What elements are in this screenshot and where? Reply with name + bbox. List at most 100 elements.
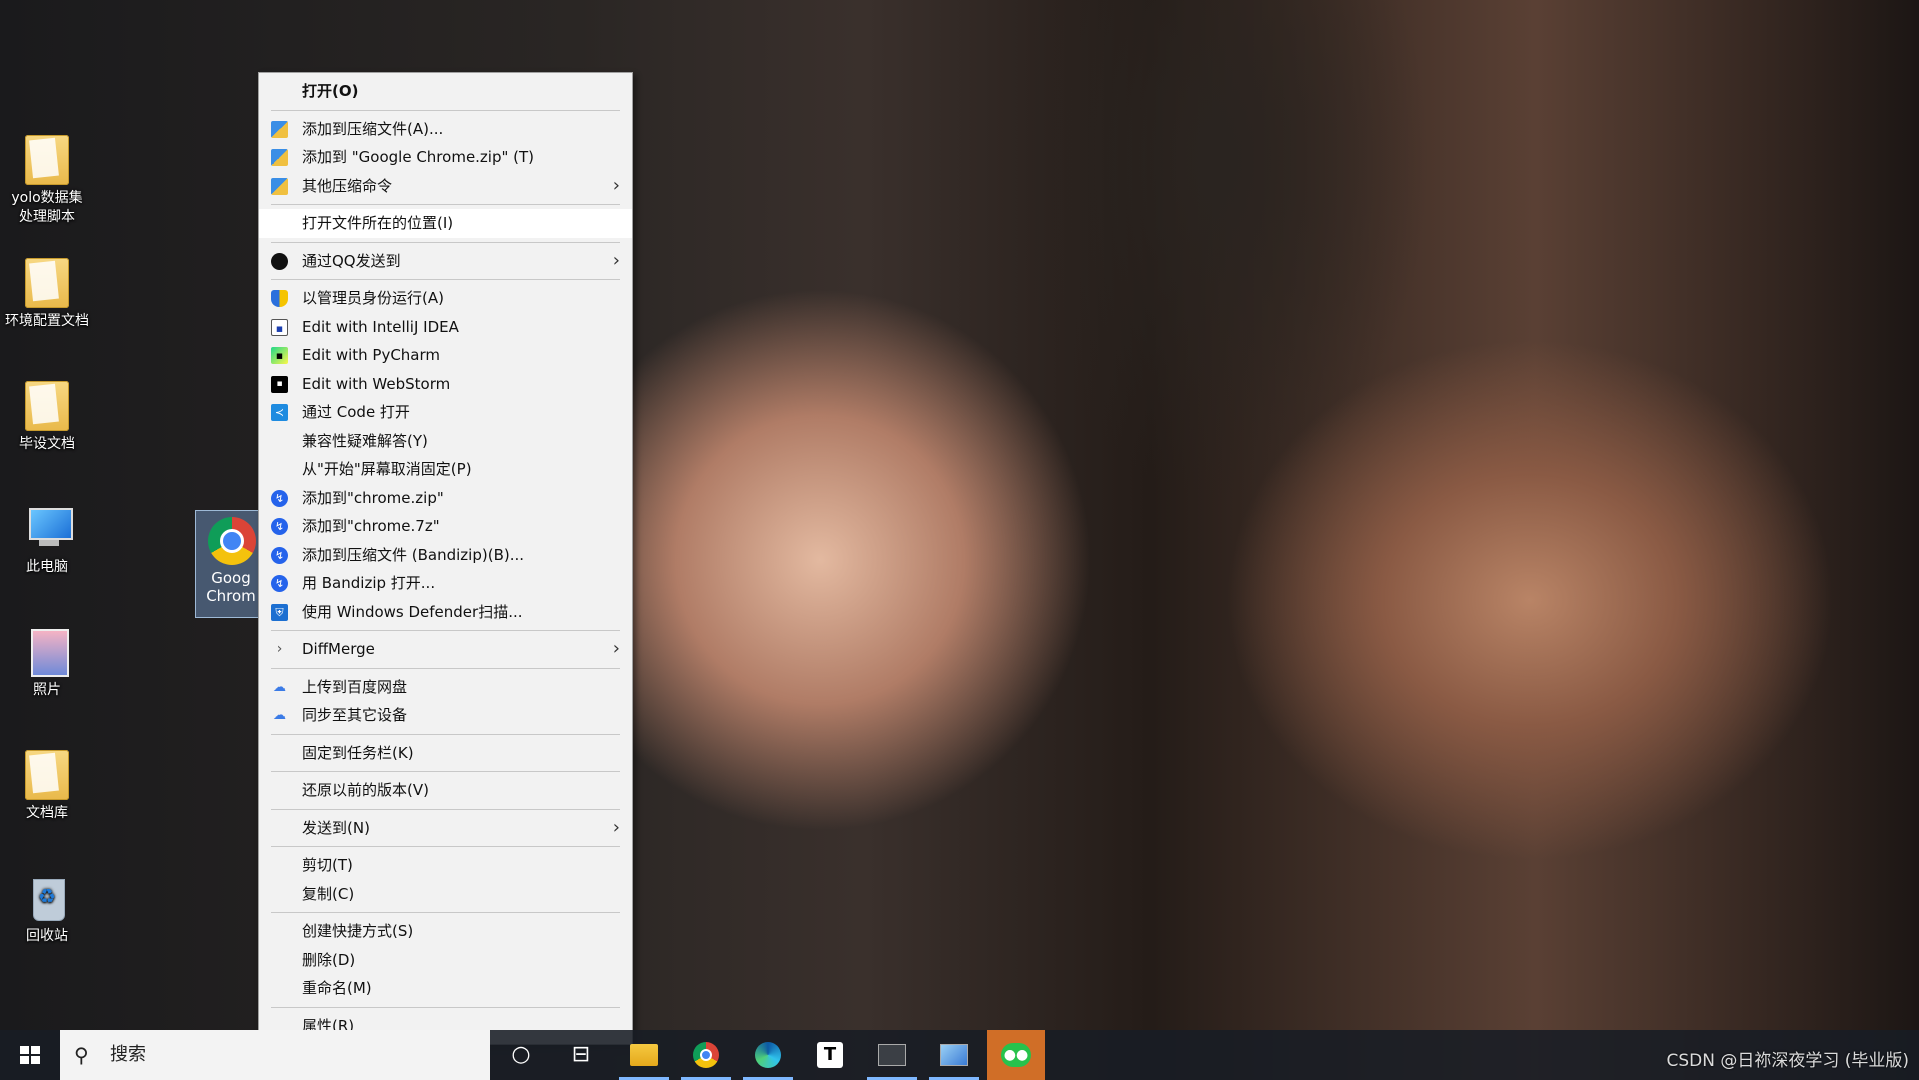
menu-item-label: Edit with WebStorm [302, 374, 451, 393]
taskbar-typora[interactable]: T [801, 1030, 859, 1080]
search-icon: ⚲ [74, 1043, 89, 1067]
taskbar-app[interactable] [925, 1030, 983, 1080]
menu-item-add-to-archive[interactable]: 添加到压缩文件(A)... [259, 115, 632, 144]
menu-item-delete[interactable]: 删除(D) [259, 946, 632, 975]
menu-item-troubleshoot-compat[interactable]: 兼容性疑难解答(Y) [259, 427, 632, 456]
menu-item-restore-versions[interactable]: 还原以前的版本(V) [259, 776, 632, 805]
edge-icon [755, 1042, 781, 1068]
menu-item-send-via-qq[interactable]: 通过QQ发送到 › [259, 247, 632, 276]
bandizip-icon: ↯ [271, 518, 288, 535]
menu-item-edit-intellij[interactable]: ▪ Edit with IntelliJ IDEA [259, 313, 632, 342]
menu-item-label: DiffMerge [302, 640, 375, 658]
taskbar-terminal[interactable] [863, 1030, 921, 1080]
wechat-icon: ●● [1001, 1043, 1031, 1067]
diffmerge-icon: › [276, 641, 283, 657]
menu-item-bandizip-add-archive[interactable]: ↯ 添加到压缩文件 (Bandizip)(B)... [259, 541, 632, 570]
menu-item-bandizip-add-zip[interactable]: ↯ 添加到"chrome.zip" [259, 484, 632, 513]
menu-item-diffmerge[interactable]: › DiffMerge › [259, 635, 632, 664]
file-explorer-icon [630, 1044, 658, 1066]
qq-penguin-icon [271, 252, 288, 270]
menu-item-edit-webstorm[interactable]: ▪ Edit with WebStorm [259, 370, 632, 399]
taskbar-search-box[interactable]: ⚲ 搜索 [60, 1030, 490, 1080]
webstorm-icon: ▪ [271, 375, 288, 393]
bandizip-icon: ↯ [271, 546, 288, 564]
menu-item-defender-scan[interactable]: ⛨ 使用 Windows Defender扫描... [259, 598, 632, 627]
desktop-icon-label: 文档库 [26, 805, 68, 821]
menu-separator [271, 667, 620, 669]
menu-item-bandizip-add-7z[interactable]: ↯ 添加到"chrome.7z" [259, 512, 632, 541]
menu-separator [271, 279, 620, 280]
menu-item-label: 删除(D) [302, 950, 356, 969]
menu-separator [271, 846, 620, 847]
menu-item-label: 用 Bandizip 打开... [302, 574, 436, 592]
bandizip-icon: ↯ [271, 489, 288, 507]
menu-separator [271, 808, 620, 810]
menu-item-copy[interactable]: 复制(C) [259, 880, 632, 909]
desktop-icon-label: 照片 [33, 682, 61, 698]
menu-item-label: 添加到压缩文件(A)... [302, 119, 444, 138]
app-icon [940, 1044, 968, 1066]
bandizip-icon: ↯ [271, 575, 288, 592]
menu-item-label: 创建快捷方式(S) [302, 922, 414, 940]
winrar-icon [271, 177, 288, 195]
menu-item-run-as-admin[interactable]: 以管理员身份运行(A) [259, 284, 632, 313]
desktop-icon-thesis-docs[interactable]: 毕设文档 [0, 381, 94, 454]
taskbar-wechat[interactable]: ●● [987, 1030, 1045, 1080]
menu-item-label: 兼容性疑难解答(Y) [302, 431, 428, 450]
taskbar-chrome[interactable] [677, 1030, 735, 1080]
uac-shield-icon [271, 290, 288, 307]
menu-item-upload-baidu[interactable]: ☁ 上传到百度网盘 [259, 673, 632, 702]
menu-item-sync-devices[interactable]: ☁ 同步至其它设备 [259, 701, 632, 730]
menu-item-label: 复制(C) [302, 884, 355, 903]
folder-icon [25, 381, 69, 431]
menu-item-label: 添加到压缩文件 (Bandizip)(B)... [302, 545, 525, 564]
baidu-netdisk-icon: ☁ [273, 708, 286, 723]
menu-item-label: 上传到百度网盘 [302, 677, 408, 696]
menu-item-label: 通过 Code 打开 [302, 403, 410, 421]
menu-item-label: 同步至其它设备 [302, 706, 408, 724]
desktop-icon-google-chrome[interactable]: Goog Chrom [195, 510, 267, 618]
menu-item-pin-taskbar[interactable]: 固定到任务栏(K) [259, 739, 632, 768]
desktop-icon-yolo[interactable]: yolo数据集 处理脚本 [0, 135, 94, 227]
menu-item-other-compress[interactable]: 其他压缩命令 › [259, 172, 632, 201]
desktop-icon-docs-library[interactable]: 文档库 [0, 750, 94, 823]
menu-item-bandizip-open[interactable]: ↯ 用 Bandizip 打开... [259, 569, 632, 598]
menu-item-send-to[interactable]: 发送到(N) › [259, 814, 632, 843]
start-button[interactable] [0, 1030, 60, 1080]
recycle-bin-icon [25, 873, 69, 923]
menu-item-rename[interactable]: 重命名(M) [259, 974, 632, 1003]
computer-icon [25, 504, 73, 554]
taskbar-file-explorer[interactable] [615, 1030, 673, 1080]
taskbar: ⚲ 搜索 ○ ⊟ T ●● [0, 1030, 1919, 1080]
photos-folder-icon [25, 627, 69, 677]
menu-item-open[interactable]: 打开(O) [259, 77, 632, 106]
task-view-button[interactable]: ⊟ [552, 1030, 610, 1080]
menu-item-label: 剪切(T) [302, 856, 353, 874]
desktop-icon-recycle-bin[interactable]: 回收站 [0, 873, 94, 946]
pycharm-icon: ▪ [271, 347, 288, 364]
intellij-idea-icon: ▪ [271, 318, 288, 336]
menu-item-label: 打开文件所在的位置(I) [302, 214, 454, 232]
menu-separator [271, 204, 620, 205]
windows-defender-icon: ⛨ [271, 603, 288, 621]
baidu-netdisk-icon: ☁ [273, 679, 286, 695]
winrar-icon [271, 149, 288, 166]
desktop-icon-photos[interactable]: 照片 [0, 627, 94, 700]
cortana-button[interactable]: ○ [492, 1030, 550, 1080]
desktop-icon-this-pc[interactable]: 此电脑 [0, 504, 94, 577]
menu-item-open-with-code[interactable]: ≺ 通过 Code 打开 [259, 398, 632, 427]
menu-item-unpin-start[interactable]: 从"开始"屏幕取消固定(P) [259, 455, 632, 484]
menu-item-add-to-chrome-zip[interactable]: 添加到 "Google Chrome.zip" (T) [259, 143, 632, 172]
taskbar-edge[interactable] [739, 1030, 797, 1080]
desktop-icon-label: Chrom [206, 587, 256, 605]
chrome-icon [208, 517, 256, 565]
menu-item-label: 添加到"chrome.7z" [302, 517, 440, 535]
desktop-icon-label: 此电脑 [26, 559, 68, 575]
menu-item-cut[interactable]: 剪切(T) [259, 851, 632, 880]
desktop-icon-env-docs[interactable]: 环境配置文档 [0, 258, 94, 331]
menu-item-create-shortcut[interactable]: 创建快捷方式(S) [259, 917, 632, 946]
menu-item-label: 还原以前的版本(V) [302, 781, 429, 799]
task-view-icon: ⊟ [571, 1042, 591, 1067]
menu-item-edit-pycharm[interactable]: ▪ Edit with PyCharm [259, 341, 632, 370]
menu-item-open-file-location[interactable]: 打开文件所在的位置(I) [259, 209, 632, 238]
